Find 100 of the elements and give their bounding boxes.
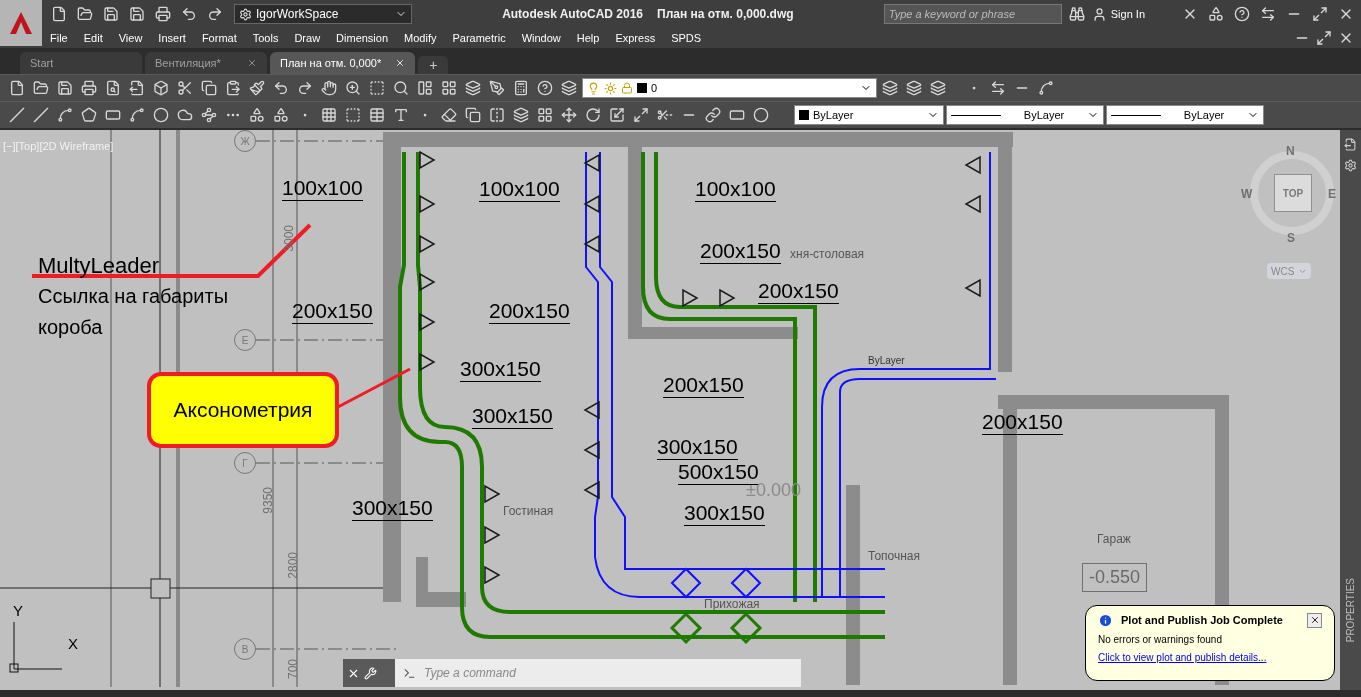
- diffuser-icon: [964, 194, 981, 214]
- diffuser-icon: [484, 484, 501, 504]
- compass-letter: S: [1287, 230, 1295, 247]
- sun-icon: [604, 81, 617, 95]
- duct-size-label: 100x100: [282, 176, 363, 201]
- app-logo-button[interactable]: [0, 0, 42, 46]
- room-label: Топочная: [868, 550, 921, 563]
- property-value: ByLayer: [1022, 107, 1066, 123]
- elevation-mark: -0.550: [1082, 563, 1148, 592]
- diffuser-icon: [419, 234, 436, 254]
- menu-item[interactable]: SPDS: [663, 29, 710, 47]
- grille-icon: [670, 567, 702, 599]
- file-tab[interactable]: Вентиляция*: [145, 52, 267, 74]
- menu-item[interactable]: Tools: [244, 29, 287, 47]
- compass-letter: E: [1328, 186, 1336, 203]
- panel-label[interactable]: PROPERTIES: [1343, 577, 1358, 642]
- workspace-name: IgorWorkSpace: [256, 6, 340, 23]
- menu-item[interactable]: Modify: [396, 29, 445, 47]
- close-button[interactable]: [1307, 612, 1322, 628]
- lock-icon: [621, 82, 633, 94]
- menu-item[interactable]: Format: [193, 29, 245, 47]
- axis-bubble: В: [234, 638, 256, 660]
- logo-icon: [8, 10, 34, 36]
- duct-size-label: 300x150: [684, 501, 765, 526]
- duct-size-label: 200x150: [292, 299, 373, 324]
- room-label: Прихожая: [704, 598, 760, 611]
- menu-item[interactable]: Parametric: [444, 29, 514, 47]
- command-input[interactable]: Type a command: [424, 659, 801, 687]
- menu-item[interactable]: Express: [607, 29, 664, 47]
- room-label: Гараж: [1097, 533, 1131, 546]
- grille-icon: [729, 611, 763, 645]
- property-dropdown[interactable]: ByLayer: [946, 105, 1104, 125]
- duct-size-label: 300x150: [472, 404, 553, 429]
- diffuser-icon: [484, 525, 501, 545]
- diffuser-icon: [964, 155, 981, 175]
- diffuser-icon: [583, 153, 600, 173]
- dimension-text: 9350: [260, 487, 276, 514]
- property-value: ByLayer: [1182, 107, 1226, 123]
- layer-dropdown[interactable]: 0: [582, 78, 877, 98]
- gear-icon: [239, 7, 252, 21]
- diffuser-icon: [583, 440, 600, 460]
- diffuser-icon: [419, 194, 436, 214]
- export-icon: [1344, 138, 1357, 151]
- property-dropdown[interactable]: ByLayer: [794, 105, 944, 125]
- diffuser-icon: [719, 288, 736, 308]
- duct-size-label: 300x150: [657, 435, 738, 460]
- diffuser-icon: [964, 278, 981, 298]
- close-icon: [247, 58, 257, 68]
- menu-item[interactable]: View: [110, 29, 151, 47]
- duct-size-label: 500x150: [678, 460, 759, 485]
- property-value: ByLayer: [813, 107, 855, 123]
- color-swatch: [799, 110, 809, 120]
- diffuser-icon: [419, 312, 436, 332]
- duct-size-label: 100x100: [695, 177, 776, 202]
- file-tab[interactable]: План на отм. 0,000*: [270, 52, 416, 74]
- duct-size-label: 300x150: [460, 357, 541, 382]
- notification-message: No errors or warnings found: [1098, 632, 1223, 647]
- duct-size-label: 200x150: [663, 373, 744, 398]
- notification-title: Plot and Publish Job Complete: [1121, 613, 1283, 628]
- room-label: Гостиная: [503, 505, 554, 518]
- menu-item[interactable]: File: [42, 29, 76, 47]
- lightbulb-icon: [587, 81, 600, 95]
- duct-size-label: 200x150: [758, 279, 839, 304]
- layer-name: 0: [651, 80, 659, 96]
- layer-note: ByLayer: [868, 354, 905, 368]
- details-link[interactable]: Click to view plot and publish details...: [1098, 649, 1322, 665]
- menu-item[interactable]: Window: [513, 29, 569, 47]
- menu-item[interactable]: Draw: [286, 29, 329, 47]
- axis-bubble: Е: [234, 329, 256, 351]
- new-tab-button[interactable]: +: [418, 56, 449, 74]
- axis-label: X: [68, 634, 78, 654]
- app-title: Autodesk AutoCAD 2016: [502, 6, 644, 23]
- sign-in-button[interactable]: Sign In: [1110, 5, 1145, 23]
- axis-bubble: Ж: [234, 130, 256, 152]
- menu-item[interactable]: Edit: [75, 29, 111, 47]
- dimension-text: 2800: [285, 552, 301, 579]
- search-field[interactable]: Type a keyword or phrase: [883, 4, 1062, 24]
- diffuser-icon: [682, 288, 699, 308]
- menu-item[interactable]: Dimension: [328, 29, 397, 47]
- color-swatch: [637, 83, 647, 93]
- workspace-dropdown[interactable]: IgorWorkSpace: [234, 4, 412, 24]
- line-sample: [951, 114, 1001, 116]
- compass-letter: N: [1286, 143, 1295, 160]
- diffuser-icon: [583, 194, 600, 214]
- dimension-text: 700: [285, 659, 301, 680]
- close-icon: [395, 58, 406, 68]
- duct-size-label: 100x100: [479, 177, 560, 202]
- ucs-axes-icon: [9, 621, 63, 673]
- property-dropdown[interactable]: ByLayer: [1106, 105, 1264, 125]
- menu-item[interactable]: Insert: [150, 29, 194, 47]
- diffuser-icon: [583, 400, 600, 420]
- file-title: План на отм. 0,000.dwg: [657, 6, 794, 23]
- close-icon: [1309, 615, 1320, 626]
- grille-icon: [669, 611, 703, 645]
- settings-icon: [1344, 159, 1357, 172]
- diffuser-icon: [583, 480, 600, 500]
- file-tab[interactable]: Start: [20, 52, 142, 74]
- menu-item[interactable]: Help: [568, 29, 608, 47]
- callout: Аксонометрия: [147, 372, 339, 448]
- room-label: хня-столовая: [790, 248, 865, 261]
